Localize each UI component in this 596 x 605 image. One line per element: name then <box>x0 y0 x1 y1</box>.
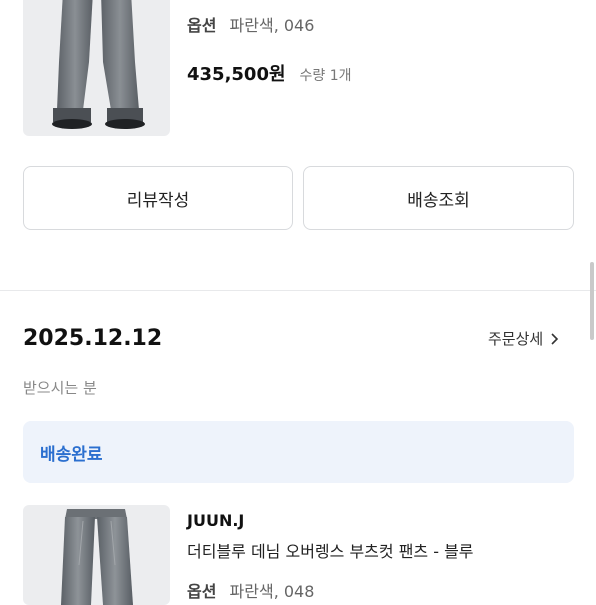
option-row-1: 옵션 파란색, 046 <box>187 12 314 36</box>
scrollbar-thumb[interactable] <box>590 262 594 340</box>
jeans-image <box>52 0 145 129</box>
option-value: 파란색, 046 <box>229 16 315 35</box>
jeans-image <box>61 509 133 605</box>
order-detail-label: 주문상세 <box>488 330 544 348</box>
option-label: 옵션 <box>187 582 217 601</box>
quantity: 수량 1개 <box>299 68 352 84</box>
tracking-button[interactable]: 배송조회 <box>303 166 574 230</box>
price-row-1: 435,500원 수량 1개 <box>187 60 352 86</box>
product-image-1[interactable] <box>23 0 170 136</box>
chevron-right-icon <box>551 332 559 345</box>
option-label: 옵션 <box>187 16 217 35</box>
product-image-2[interactable] <box>23 505 170 605</box>
brand-name: JUUN.J <box>187 511 245 530</box>
product-name[interactable]: 더티블루 데님 오버렝스 부츠컷 팬츠 - 블루 <box>187 538 474 562</box>
review-button[interactable]: 리뷰작성 <box>23 166 293 230</box>
price: 435,500원 <box>187 64 286 85</box>
delivery-status: 배송완료 <box>40 445 103 465</box>
option-value: 파란색, 048 <box>229 582 315 601</box>
section-divider <box>0 290 596 291</box>
order-date: 2025.12.12 <box>23 326 163 351</box>
delivery-status-box: 배송완료 <box>23 421 574 483</box>
order-detail-link[interactable]: 주문상세 <box>488 328 561 349</box>
recipient-label: 받으시는 분 <box>23 379 97 397</box>
option-row-2: 옵션 파란색, 048 <box>187 578 314 602</box>
